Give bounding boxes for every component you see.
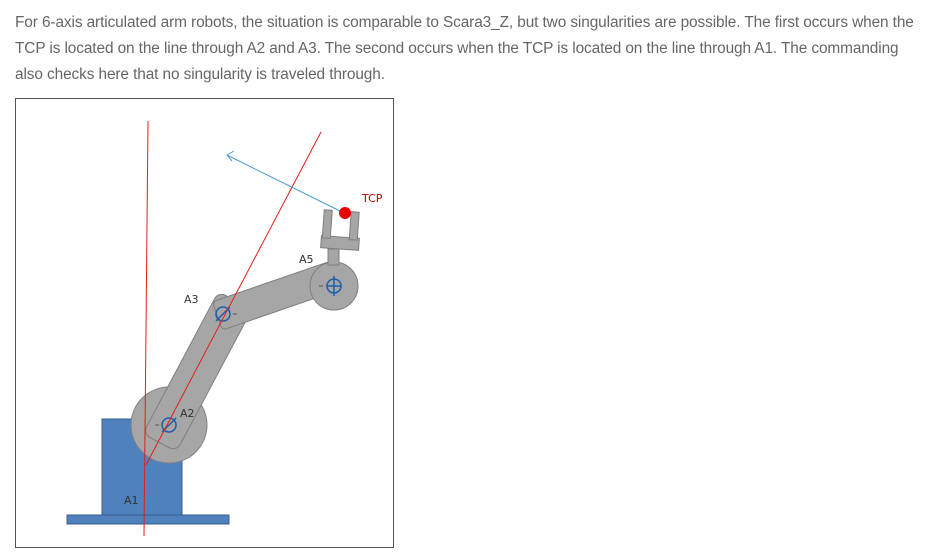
label-a2: A2 <box>180 407 195 420</box>
description-paragraph: For 6-axis articulated arm robots, the s… <box>15 14 914 83</box>
robot-singularity-figure: TCP A5 A3 A2 A1 <box>15 98 394 548</box>
label-a5: A5 <box>299 253 314 266</box>
tcp-point <box>339 207 351 219</box>
label-a1: A1 <box>124 494 139 507</box>
gripper <box>320 209 360 266</box>
label-tcp: TCP <box>361 192 383 205</box>
base-plate <box>66 514 230 525</box>
direction-arrow <box>226 150 345 214</box>
robot-diagram: TCP A5 A3 A2 A1 <box>66 120 383 537</box>
label-a3: A3 <box>184 293 199 306</box>
